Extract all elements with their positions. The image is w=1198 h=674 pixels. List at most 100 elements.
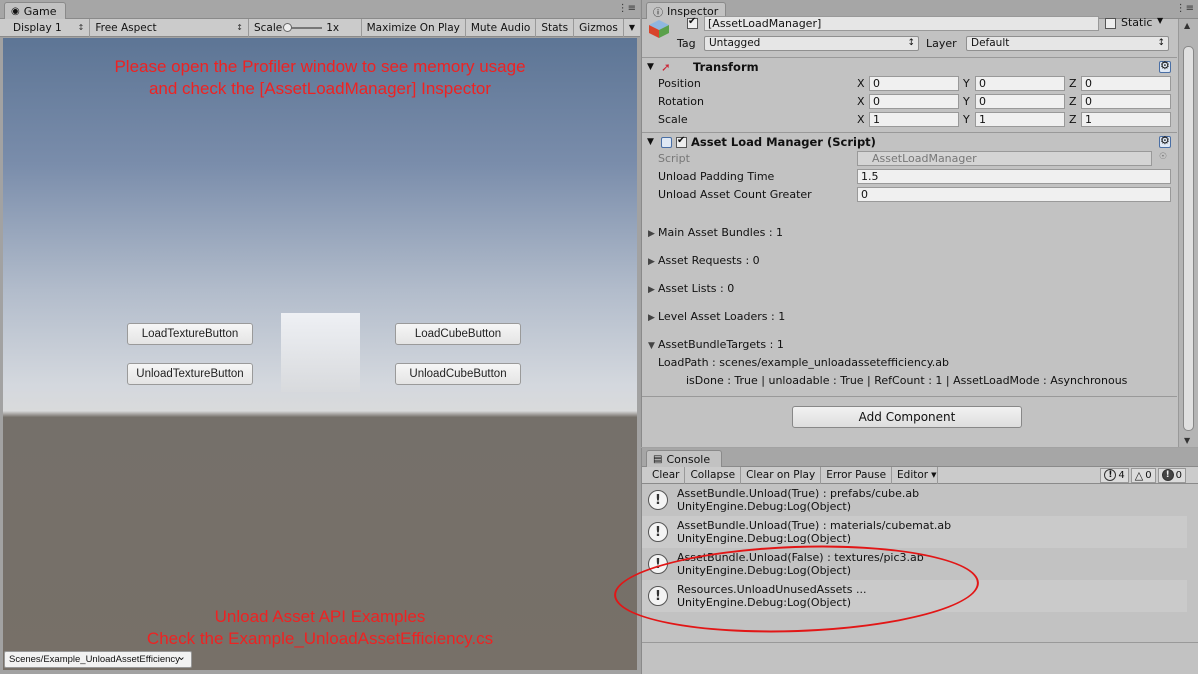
- scene-selector-dropdown[interactable]: Scenes/Example_UnloadAssetEfficiency: [4, 650, 192, 668]
- scale-z-label: Z: [1069, 113, 1077, 126]
- load-texture-button[interactable]: LoadTextureButton: [127, 323, 253, 345]
- maximize-on-play-toggle[interactable]: Maximize On Play: [362, 18, 466, 37]
- position-y-field[interactable]: 0: [975, 76, 1065, 91]
- level-asset-loaders-label: Level Asset Loaders : 1: [658, 310, 786, 323]
- asset-lists-foldout[interactable]: ▶ Asset Lists : 0: [648, 282, 734, 295]
- load-cube-button[interactable]: LoadCubeButton: [395, 323, 521, 345]
- error-pause-toggle[interactable]: Error Pause: [821, 466, 893, 484]
- scale-x-field[interactable]: 1: [869, 112, 959, 127]
- inspector-scroll-thumb[interactable]: [1183, 46, 1194, 431]
- inspector-menu-icon[interactable]: ⋮≡: [1176, 3, 1194, 14]
- gizmos-toggle[interactable]: Gizmos: [574, 18, 624, 37]
- transform-gear-icon[interactable]: ⚙: [1160, 59, 1170, 72]
- inspector-scrollbar[interactable]: ▲ ▼: [1178, 19, 1198, 447]
- level-asset-loaders-foldout[interactable]: ▶ Level Asset Loaders : 1: [648, 310, 785, 323]
- clear-button[interactable]: Clear: [642, 466, 686, 484]
- scale-control[interactable]: Scale 1x: [249, 18, 362, 37]
- scale-slider[interactable]: [283, 22, 323, 32]
- info-filter-toggle[interactable]: ! 4: [1100, 467, 1129, 483]
- log-entry[interactable]: ! AssetBundle.Unload(True) : materials/c…: [642, 516, 1187, 548]
- collapse-toggle[interactable]: Collapse: [685, 466, 742, 484]
- divider: [642, 396, 1177, 397]
- unload-count-field[interactable]: 0: [857, 187, 1171, 202]
- transform-foldout-arrow-icon[interactable]: ▼: [647, 62, 659, 72]
- rotation-z-field[interactable]: 0: [1081, 94, 1171, 109]
- game-toolbar: Display 1 Free Aspect Scale 1x Maximize …: [0, 18, 640, 37]
- main-asset-bundles-foldout[interactable]: ▶ Main Asset Bundles : 1: [648, 226, 783, 239]
- add-component-button[interactable]: Add Component: [792, 406, 1022, 428]
- info-log-icon: !: [648, 522, 668, 542]
- asset-bundle-targets-foldout[interactable]: ▼ AssetBundleTargets : 1: [648, 338, 784, 351]
- error-icon: !: [1161, 469, 1174, 481]
- top-instruction-line-2: and check the [AssetLoadManager] Inspect…: [148, 79, 492, 98]
- panel-menu-icon[interactable]: ⋮≡: [618, 3, 636, 14]
- position-z-field[interactable]: 0: [1081, 76, 1171, 91]
- rotation-y-field[interactable]: 0: [975, 94, 1065, 109]
- collapsed-arrow-icon: ▶: [648, 313, 655, 323]
- warning-filter-toggle[interactable]: △ 0: [1130, 467, 1156, 483]
- console-tab-strip: ▤ Console: [642, 448, 1198, 467]
- unload-count-label: Unload Asset Count Greater: [658, 188, 812, 201]
- game-viewport[interactable]: Please open the Profiler window to see m…: [3, 38, 637, 670]
- unload-cube-button[interactable]: UnloadCubeButton: [395, 363, 521, 385]
- position-x-field[interactable]: 0: [869, 76, 959, 91]
- game-tab[interactable]: ◉ Game: [4, 2, 66, 19]
- script-component-header[interactable]: ▼ Asset Load Manager (Script): [642, 133, 1177, 151]
- game-panel: ◉ Game ⋮≡ Display 1 Free Aspect Scale 1x…: [0, 0, 640, 674]
- info-icon: ⓘ: [653, 8, 663, 19]
- display-dropdown[interactable]: Display 1: [0, 18, 91, 37]
- transform-header[interactable]: ▼ ➚ Transform: [642, 58, 1177, 76]
- unload-texture-button[interactable]: UnloadTextureButton: [127, 363, 253, 385]
- log-entry[interactable]: ! AssetBundle.Unload(True) : prefabs/cub…: [642, 484, 1187, 516]
- static-checkbox[interactable]: [1105, 18, 1116, 29]
- gizmos-dropdown-icon[interactable]: ▼: [624, 19, 640, 37]
- script-enabled-checkbox[interactable]: [676, 135, 687, 148]
- game-tab-label: Game: [23, 5, 57, 18]
- active-checkbox[interactable]: [687, 16, 698, 29]
- scroll-up-icon[interactable]: ▲: [1184, 21, 1190, 30]
- stats-toggle[interactable]: Stats: [536, 18, 575, 37]
- tag-dropdown[interactable]: Untagged: [704, 36, 919, 51]
- scale-y-label: Y: [963, 113, 970, 126]
- static-dropdown-icon[interactable]: ▼: [1157, 16, 1163, 25]
- script-foldout-arrow-icon[interactable]: ▼: [647, 137, 659, 147]
- editor-dropdown[interactable]: Editor ▼: [892, 466, 939, 484]
- object-name-field[interactable]: [AssetLoadManager]: [704, 16, 1099, 31]
- target-details-text: isDone : True | unloadable : True | RefC…: [686, 374, 1128, 387]
- scale-z-field[interactable]: 1: [1081, 112, 1171, 127]
- static-label: Static: [1121, 16, 1153, 29]
- texture-preview-quad: [281, 313, 360, 392]
- bottom-instruction-line-1: Unload Asset API Examples: [214, 607, 426, 626]
- unload-padding-label: Unload Padding Time: [658, 170, 775, 183]
- error-filter-toggle[interactable]: ! 0: [1157, 467, 1186, 483]
- transform-title: Transform: [693, 60, 759, 74]
- aspect-dropdown[interactable]: Free Aspect: [90, 18, 249, 37]
- mute-audio-toggle[interactable]: Mute Audio: [466, 18, 537, 37]
- script-gear-icon[interactable]: ⚙: [1160, 134, 1170, 147]
- bottom-instruction-text: Unload Asset API Examples Check the Exam…: [3, 606, 637, 650]
- scale-slider-thumb[interactable]: [283, 22, 293, 32]
- scroll-down-icon[interactable]: ▼: [1184, 436, 1190, 445]
- object-picker-icon[interactable]: ☉: [1159, 152, 1167, 162]
- console-tab[interactable]: ▤ Console: [646, 450, 722, 467]
- warning-icon: △: [1134, 468, 1144, 482]
- console-detail-divider[interactable]: [642, 642, 1198, 643]
- asset-requests-label: Asset Requests : 0: [658, 254, 760, 267]
- editor-dropdown-arrow-icon: ▼: [931, 471, 937, 479]
- unload-padding-field[interactable]: 1.5: [857, 169, 1171, 184]
- rotation-x-field[interactable]: 0: [869, 94, 959, 109]
- log-stacktrace: UnityEngine.Debug:Log(Object): [677, 532, 852, 545]
- error-count: 0: [1175, 469, 1182, 481]
- load-path-text: LoadPath : scenes/example_unloadasseteff…: [658, 356, 950, 369]
- layer-dropdown[interactable]: Default: [966, 36, 1169, 51]
- asset-bundle-targets-label: AssetBundleTargets : 1: [658, 338, 784, 351]
- console-tab-label: Console: [666, 453, 711, 466]
- asset-requests-foldout[interactable]: ▶ Asset Requests : 0: [648, 254, 760, 267]
- asset-lists-label: Asset Lists : 0: [658, 282, 735, 295]
- game-tab-strip: ◉ Game ⋮≡: [0, 0, 640, 19]
- scale-y-field[interactable]: 1: [975, 112, 1065, 127]
- position-label: Position: [658, 77, 701, 90]
- clear-on-play-toggle[interactable]: Clear on Play: [741, 466, 822, 484]
- tag-label: Tag: [677, 37, 696, 50]
- scale-value: 1x: [326, 21, 340, 34]
